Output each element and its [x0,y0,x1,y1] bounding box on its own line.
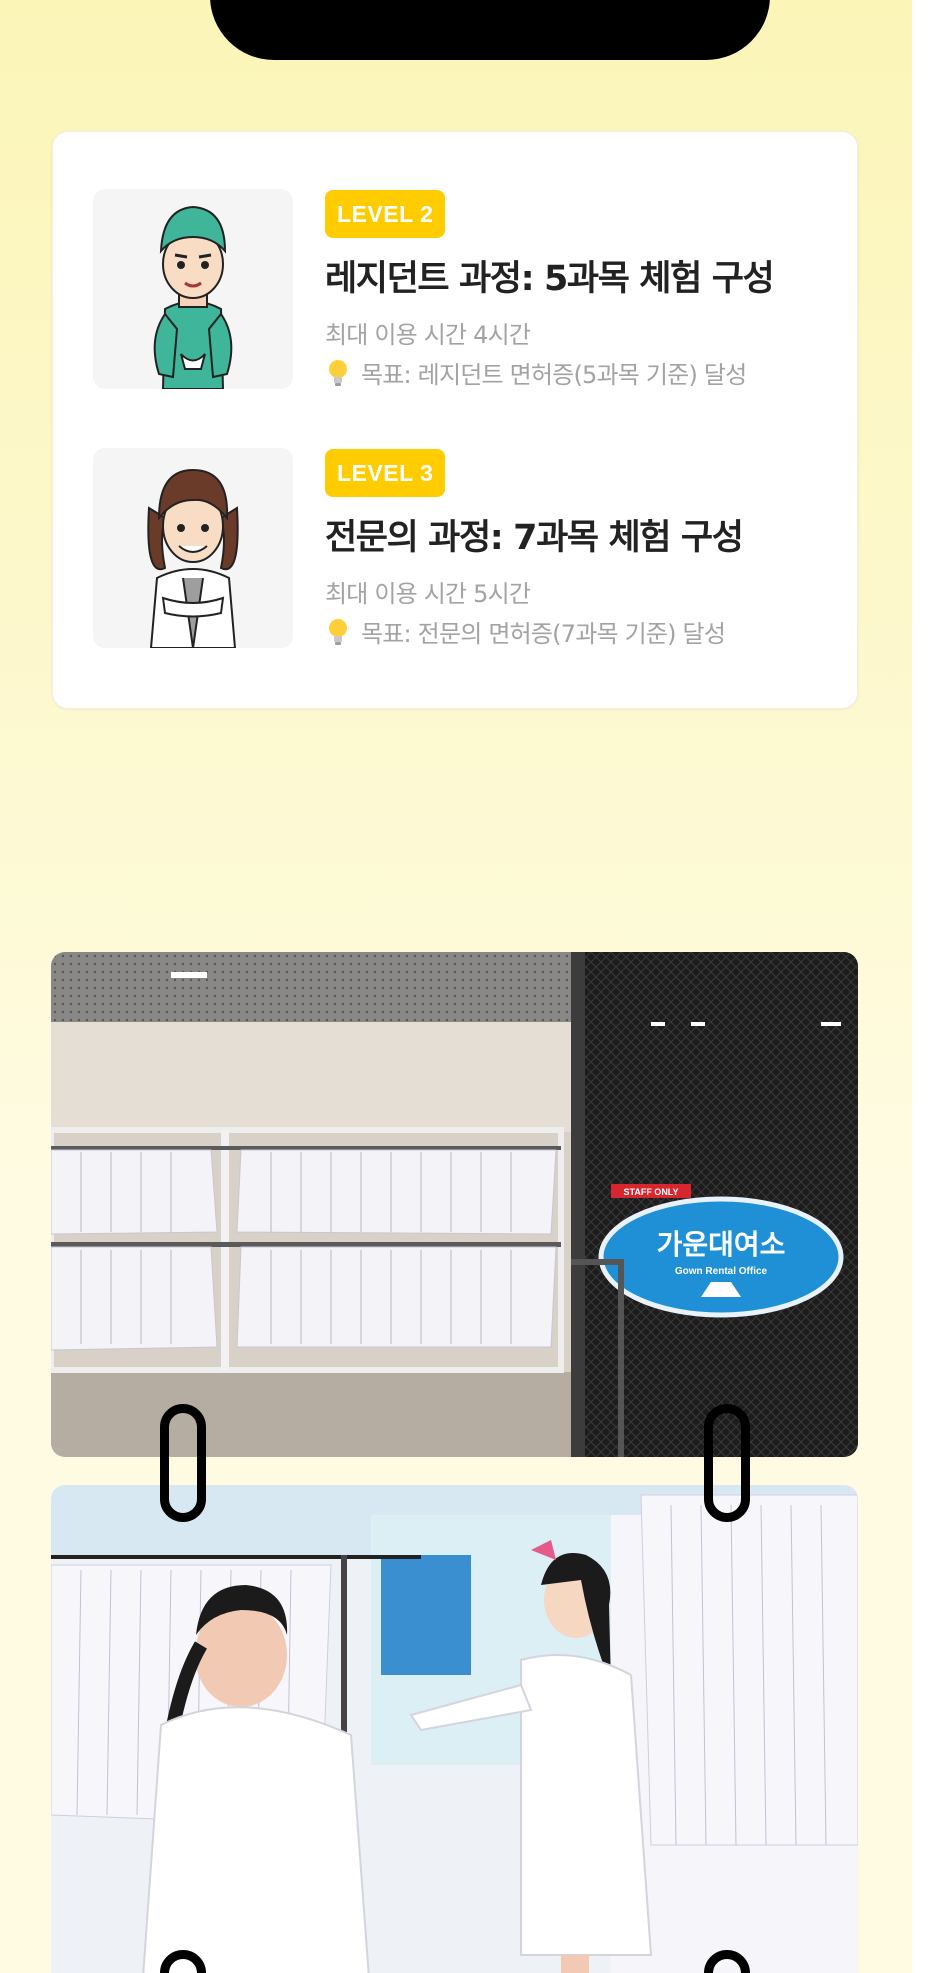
course-level-3: LEVEL 3 전문의 과정: 7과목 체험 구성 최대 이용 시간 5시간 목… [53,448,859,658]
doctor-illustration [93,448,293,648]
max-usage-time: 최대 이용 시간 4시간 [325,321,531,349]
gown-rental-office-photo: STAFF ONLY 가운대여소 Gown Rental Office [51,952,858,1457]
gown-rental-sign: 가운대여소 [657,1228,786,1261]
course-goal: 목표: 레지던트 면허증(5과목 기준) 달성 [325,355,747,390]
page: LEVEL 2 레지던트 과정: 5과목 체험 구성 최대 이용 시간 4시간 … [0,0,950,1973]
course-card: LEVEL 2 레지던트 과정: 5과목 체험 구성 최대 이용 시간 4시간 … [52,131,858,709]
binder-ring-left [160,1404,206,1522]
level-badge: LEVEL 3 [325,449,446,497]
right-margin [912,0,950,1973]
binder-ring-right [704,1404,750,1522]
max-usage-time: 최대 이용 시간 5시간 [325,580,531,608]
lightbulb-icon [329,359,347,386]
content-column: LEVEL 2 레지던트 과정: 5과목 체험 구성 최대 이용 시간 4시간 … [0,0,912,1973]
course-goal: 목표: 전문의 면허증(7과목 기준) 달성 [325,614,726,649]
gown-rental-sign-sub: Gown Rental Office [675,1266,768,1277]
course-title: 전문의 과정: 7과목 체험 구성 [325,518,744,558]
course-level-2: LEVEL 2 레지던트 과정: 5과목 체험 구성 최대 이용 시간 4시간 … [53,189,859,399]
level-badge: LEVEL 2 [325,190,446,238]
lightbulb-icon [329,618,347,645]
surgeon-illustration [93,189,293,389]
gown-fitting-photo [51,1485,858,1973]
course-goal-text: 목표: 전문의 면허증(7과목 기준) 달성 [361,620,726,648]
header-banner [210,0,770,60]
course-goal-text: 목표: 레지던트 면허증(5과목 기준) 달성 [361,361,747,389]
staff-only-sign: STAFF ONLY [623,1187,678,1197]
course-title: 레지던트 과정: 5과목 체험 구성 [325,259,775,299]
